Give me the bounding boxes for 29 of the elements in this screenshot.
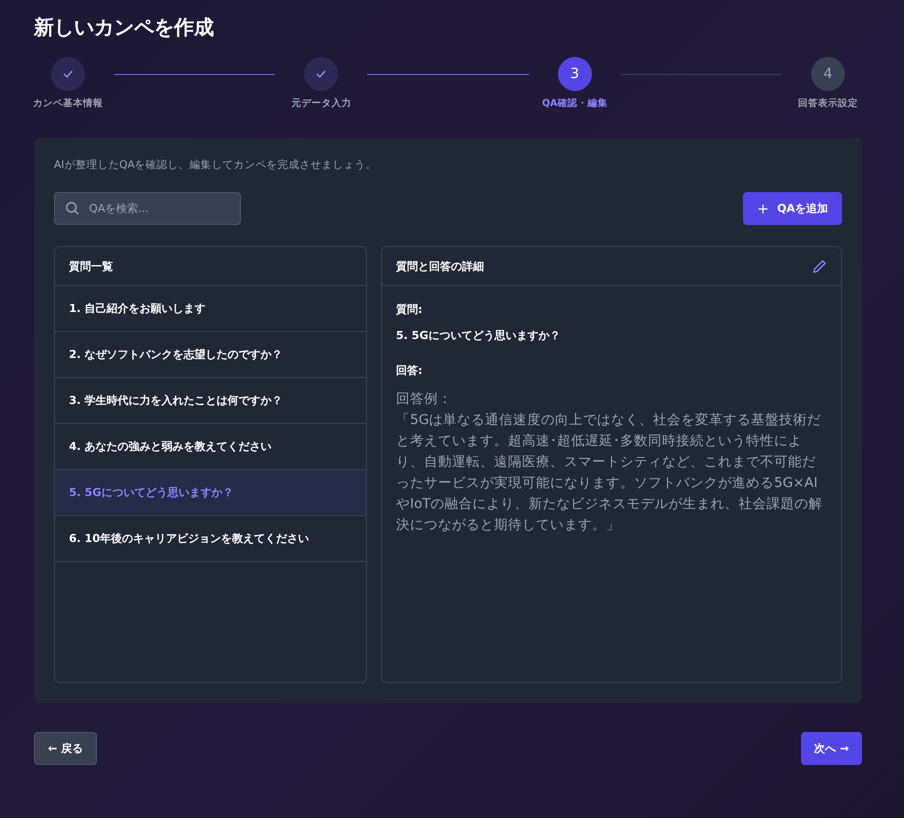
search-field[interactable]: QAを検索...	[54, 192, 241, 225]
check-icon	[51, 57, 85, 91]
plus-icon	[757, 202, 770, 214]
question-item[interactable]: 5. 5Gについてどう思いますか？	[55, 470, 366, 516]
answer-intro: 回答例：	[396, 390, 453, 409]
panel-title: 質問一覧	[69, 258, 113, 274]
add-qa-button[interactable]: QAを追加	[743, 192, 842, 225]
search-icon	[64, 200, 80, 216]
question-item[interactable]: 2. なぜソフトバンクを志望したのですか？	[55, 332, 366, 378]
pencil-icon[interactable]	[812, 258, 827, 274]
question-label: 質問:	[396, 302, 424, 317]
page-title: 新しいカンペを作成	[34, 14, 215, 41]
next-button[interactable]: 次へ →	[800, 732, 862, 765]
question-item[interactable]: 1. 自己紹介をお願いします	[55, 286, 366, 332]
panel-title: 質問と回答の詳細	[396, 258, 484, 274]
question-item[interactable]: 6. 10年後のキャリアビジョンを教えてください	[55, 516, 366, 562]
answer-text: 「5Gは単なる通信速度の向上ではなく、社会を変革する基盤技術だと考えています。超高速･超低遅延･多数同時接続という特性により、自動運転、遠隔医療、スマートシティなど、これまで不可能だったサービスが実現可能になります。ソフトバンクが進める5G×AIやIoTの融合により、新たなビジネスモデルが生まれ、社会課題の解決につながると期待しています。」	[396, 411, 824, 535]
step-number: 3	[558, 57, 592, 91]
step-label: カンペ基本情報	[33, 97, 103, 110]
step-number: 4	[810, 57, 845, 91]
step-label: 回答表示設定	[798, 97, 858, 110]
answer-label: 回答:	[396, 363, 424, 378]
step-label: QA確認・編集	[542, 97, 608, 110]
check-icon	[304, 57, 338, 91]
question-item[interactable]: 3. 学生時代に力を入れたことは何ですか？	[55, 378, 366, 424]
question-text: 5. 5Gについてどう思いますか？	[396, 328, 562, 343]
step-label: 元データ入力	[291, 97, 352, 110]
back-button[interactable]: ← 戻る	[34, 732, 98, 765]
intro-text: AIが整理したQAを確認し、編集してカンペを完成させましょう。	[54, 158, 378, 172]
